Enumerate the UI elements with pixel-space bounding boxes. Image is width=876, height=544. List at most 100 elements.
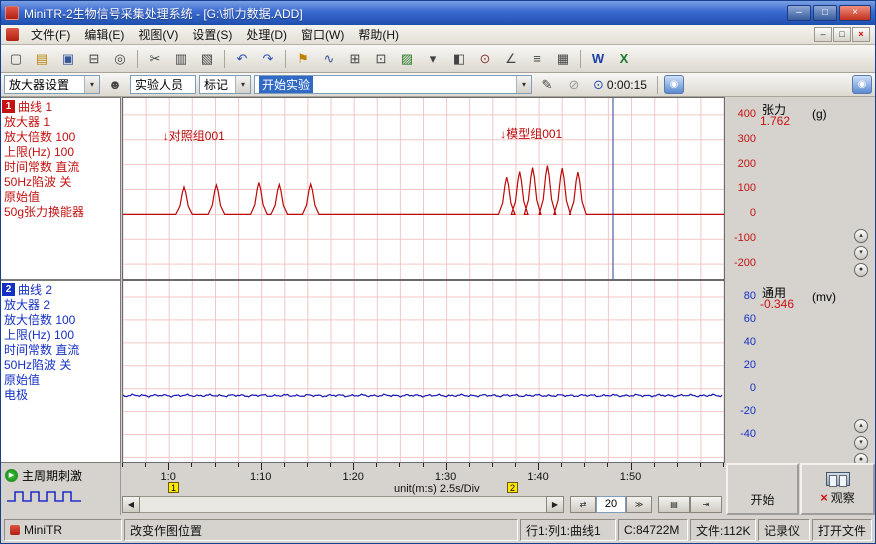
- menu-item[interactable]: 视图(V): [131, 24, 185, 45]
- grid-tool-button[interactable]: ⊞: [343, 48, 367, 70]
- timer-tool-button[interactable]: ⊙: [473, 48, 497, 70]
- mark-edit-button[interactable]: ✎: [535, 74, 559, 96]
- table-tool-button[interactable]: ▦: [551, 48, 575, 70]
- toolbar-separator: [580, 50, 581, 68]
- image-tool-button[interactable]: ▨: [395, 48, 419, 70]
- time-tick-minor: [423, 463, 424, 467]
- status-action-cell: 打开文件: [812, 519, 872, 541]
- mdi-minimize-button[interactable]: –: [814, 27, 832, 42]
- time-scrollbar-track[interactable]: [140, 496, 546, 513]
- y-tick-label: 20: [726, 359, 756, 371]
- stimulus-waveform-icon[interactable]: [5, 488, 116, 507]
- mark-tool-button[interactable]: ⚑: [291, 48, 315, 70]
- scroll-left-button[interactable]: ◀: [122, 496, 140, 513]
- experimenter-field[interactable]: 实验人员: [130, 75, 196, 94]
- experimenter-button[interactable]: ☻: [103, 74, 127, 96]
- observe-button[interactable]: × 观察: [800, 463, 875, 515]
- channel-1-scale-down-button[interactable]: ▾: [854, 246, 868, 260]
- scroll-right-button[interactable]: ▶: [546, 496, 564, 513]
- monitor-tool-button[interactable]: ⊡: [369, 48, 393, 70]
- param-line: 曲线 1: [4, 100, 118, 115]
- time-tick-minor: [654, 463, 655, 467]
- image-dropdown-button[interactable]: ▾: [421, 48, 445, 70]
- status-app-label: MiniTR: [24, 523, 62, 537]
- y-tick-label: -200: [726, 257, 756, 269]
- y-tick-label: 100: [726, 182, 756, 194]
- close-button[interactable]: ×: [839, 5, 871, 21]
- print-preview-button[interactable]: ◎: [108, 48, 132, 70]
- amp-settings-combo[interactable]: 放大器设置 ▾: [4, 75, 100, 94]
- menu-item[interactable]: 窗口(W): [294, 24, 351, 45]
- paste-button[interactable]: ▧: [195, 48, 219, 70]
- copy-button[interactable]: ▥: [169, 48, 193, 70]
- time-tick-label: 1:30: [435, 471, 456, 483]
- measure-tool-button[interactable]: ∠: [499, 48, 523, 70]
- event-marker-1[interactable]: 1: [168, 482, 179, 493]
- time-tick-minor: [284, 463, 285, 467]
- menu-item[interactable]: 设置(S): [185, 24, 239, 45]
- app-icon: [5, 6, 19, 20]
- channel-1-auto-scale-button[interactable]: ●: [854, 263, 868, 277]
- time-tick-minor: [238, 463, 239, 467]
- mdi-close-button[interactable]: ×: [852, 27, 870, 42]
- app-window: MiniTR-2生物信号采集处理系统 - [G:\抓力数据.ADD] – □ ×…: [0, 0, 876, 544]
- mdi-restore-button[interactable]: □: [833, 27, 851, 42]
- status-message: 改变作图位置: [130, 522, 202, 539]
- chevron-down-icon[interactable]: ▾: [235, 76, 250, 93]
- titlebar[interactable]: MiniTR-2生物信号采集处理系统 - [G:\抓力数据.ADD] – □ ×: [1, 1, 875, 25]
- channel-1-settings-panel[interactable]: 1 曲线 1放大器 1放大倍数 100上限(Hz) 100时间常数 直流50Hz…: [1, 97, 121, 280]
- channel-1-chart[interactable]: ↓对照组001↓模型组001: [122, 97, 725, 280]
- jump-to-end-button[interactable]: ⇥: [690, 496, 722, 513]
- start-label: 开始: [750, 491, 774, 508]
- y-tick-label: 80: [726, 290, 756, 302]
- param-line: 电极: [4, 388, 118, 403]
- open-file-button[interactable]: ▤: [30, 48, 54, 70]
- save-button[interactable]: ▣: [56, 48, 80, 70]
- time-expand-button[interactable]: ⇄: [570, 496, 596, 513]
- chevron-down-icon[interactable]: ▾: [84, 76, 99, 93]
- channel-1-scale-up-button[interactable]: ▴: [854, 229, 868, 243]
- calculator-tool-button[interactable]: ≡: [525, 48, 549, 70]
- experimenter-label: 实验人员: [135, 76, 183, 93]
- channel-2-scale-down-button[interactable]: ▾: [854, 436, 868, 450]
- overlay-tool-button[interactable]: ◧: [447, 48, 471, 70]
- time-compress-button[interactable]: ≫: [626, 496, 652, 513]
- menu-item[interactable]: 文件(F): [24, 24, 77, 45]
- wave-tool-button[interactable]: ∿: [317, 48, 341, 70]
- mark-combo[interactable]: 标记 ▾: [199, 75, 251, 94]
- time-tick-minor: [399, 463, 400, 467]
- channel-2-scale-up-button[interactable]: ▴: [854, 419, 868, 433]
- chevron-down-icon[interactable]: ▾: [516, 76, 531, 93]
- toolbar-separator: [285, 50, 286, 68]
- channel-2-badge: 2: [2, 283, 15, 296]
- sweep-speed-value[interactable]: 20: [596, 496, 626, 513]
- status-disk-cell: C:84722M: [618, 519, 688, 541]
- export-excel-button[interactable]: X: [612, 48, 636, 70]
- minimize-button[interactable]: –: [787, 5, 811, 21]
- print-button[interactable]: ⊟: [82, 48, 106, 70]
- event-marker-2[interactable]: 2: [507, 482, 518, 493]
- menu-item[interactable]: 帮助(H): [351, 24, 406, 45]
- channel-2-chart[interactable]: [122, 280, 725, 463]
- menu-item[interactable]: 处理(D): [239, 24, 294, 45]
- maximize-button[interactable]: □: [813, 5, 837, 21]
- time-tick-minor: [515, 463, 516, 467]
- menu-item[interactable]: 编辑(E): [77, 24, 131, 45]
- status-app-cell[interactable]: MiniTR: [4, 519, 122, 541]
- new-file-button[interactable]: ▢: [4, 48, 28, 70]
- panel-toggle-button[interactable]: ◉: [852, 75, 872, 94]
- cut-button[interactable]: ✂: [143, 48, 167, 70]
- redo-button[interactable]: ↷: [256, 48, 280, 70]
- channel-setup-button[interactable]: ◉: [664, 75, 684, 94]
- mark-erase-button[interactable]: ⊘: [562, 74, 586, 96]
- undo-button[interactable]: ↶: [230, 48, 254, 70]
- start-button[interactable]: 开始: [726, 463, 799, 515]
- y-tick-label: 60: [726, 313, 756, 325]
- export-word-button[interactable]: W: [586, 48, 610, 70]
- status-message-cell: 改变作图位置: [124, 519, 518, 541]
- experiment-select-combo[interactable]: 开始实验 ▾: [254, 75, 532, 94]
- record-view-button[interactable]: ▤: [658, 496, 690, 513]
- time-tick-minor: [469, 463, 470, 467]
- channel-2-settings-panel[interactable]: 2 曲线 2放大器 2放大倍数 100上限(Hz) 100时间常数 直流50Hz…: [1, 280, 121, 463]
- main-cycle-stimulus[interactable]: ▶ 主周期刺激: [5, 467, 116, 484]
